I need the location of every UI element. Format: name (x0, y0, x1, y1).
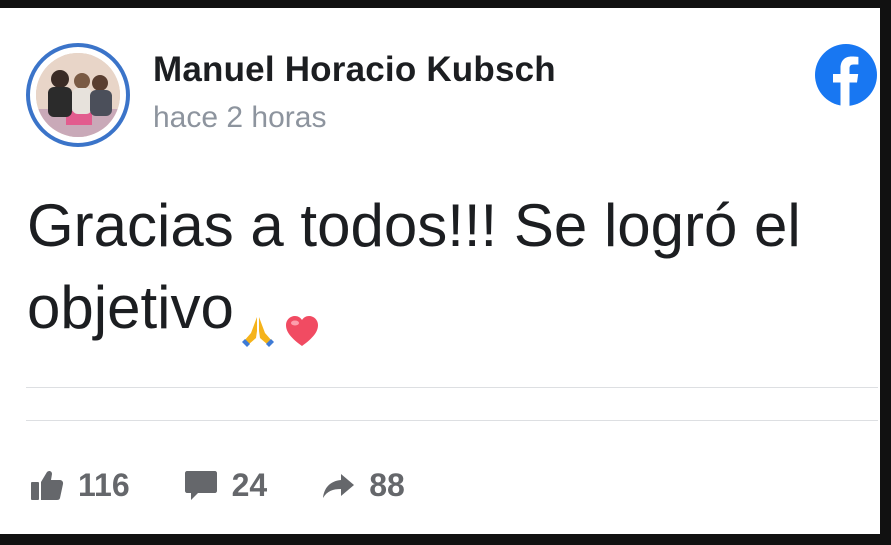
praying-hands-icon (238, 290, 278, 348)
facebook-post-card: Manuel Horacio Kubsch hace 2 horas Graci… (0, 8, 880, 534)
comment-icon (184, 468, 218, 502)
comment-count: 24 (231, 466, 268, 503)
share-stat[interactable]: 88 (321, 467, 405, 504)
engagement-stats: 116 24 88 (30, 460, 459, 510)
share-arrow-icon (321, 468, 355, 502)
thumbs-up-icon (30, 468, 64, 502)
avatar[interactable] (26, 43, 130, 147)
divider-bottom (26, 420, 878, 421)
author-name[interactable]: Manuel Horacio Kubsch (153, 50, 556, 90)
divider-top (26, 387, 878, 388)
share-count: 88 (369, 466, 405, 503)
post-text-content: Gracias a todos!!! Se logró el objetivo (27, 192, 801, 341)
post-text: Gracias a todos!!! Se logró el objetivo (27, 185, 857, 349)
post-timestamp[interactable]: hace 2 horas (153, 101, 326, 135)
heart-icon (282, 290, 322, 347)
like-stat[interactable]: 116 (30, 467, 130, 504)
profile-photo (36, 53, 120, 137)
comment-stat[interactable]: 24 (184, 466, 268, 504)
like-count: 116 (78, 466, 130, 503)
facebook-logo-icon (815, 44, 877, 106)
